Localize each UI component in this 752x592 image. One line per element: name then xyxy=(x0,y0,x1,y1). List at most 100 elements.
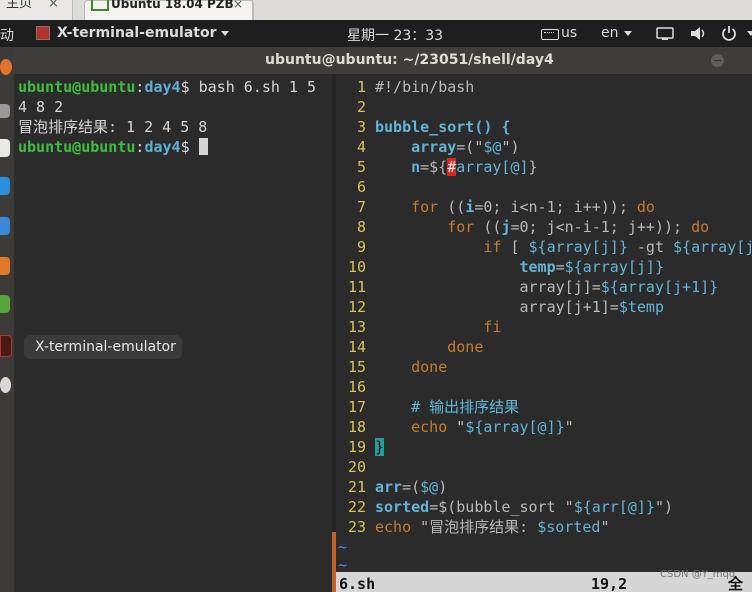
code-line: 16 xyxy=(336,377,375,397)
tab-separator xyxy=(252,0,253,20)
line-number: 12 xyxy=(347,298,366,316)
prompt-symbol: $ xyxy=(180,78,190,96)
clock[interactable]: 星期一 23：33 xyxy=(347,25,443,45)
writer-icon[interactable] xyxy=(0,217,10,235)
status-filename: 6.sh xyxy=(339,575,376,592)
code-line: 3 bubble_sort() { xyxy=(336,117,511,137)
ubuntu-top-panel: 动 X-terminal-emulator 星期一 23：33 us en xyxy=(0,20,752,47)
keyboard-icon[interactable] xyxy=(541,29,559,40)
code-line: 6 xyxy=(336,177,375,197)
shell-line-prompt: ubuntu@ubuntu:day4$ xyxy=(18,137,208,157)
line-number: 23 xyxy=(347,518,366,536)
minimize-button[interactable] xyxy=(711,54,724,67)
code-line: 13 fi xyxy=(336,317,502,337)
line-number: 1 xyxy=(356,78,366,96)
app-menu-label: X-terminal-emulator xyxy=(57,25,217,41)
code-line: 19} xyxy=(336,437,385,457)
line-number: 6 xyxy=(356,178,366,196)
app-menu[interactable]: X-terminal-emulator xyxy=(57,25,230,41)
disk-icon[interactable] xyxy=(0,377,11,393)
code-line: 7 for ((i=0; i<n-1; i++)); do xyxy=(336,197,655,217)
code-line: 22 sorted=$(bubble_sort "${arr[@]}") xyxy=(336,497,673,517)
status-cursor-position: 19,2 xyxy=(591,575,628,592)
line-number: 14 xyxy=(347,338,366,356)
activities-button[interactable]: 动 xyxy=(0,25,14,45)
power-icon[interactable] xyxy=(721,25,737,41)
line-number: 19 xyxy=(347,438,366,456)
shell-line-1: ubuntu@ubuntu:day4$ bash 6.sh 1 5 xyxy=(18,78,317,96)
code-line: 1 #!/bin/bash xyxy=(336,77,474,97)
input-language-menu[interactable]: en xyxy=(601,25,632,41)
help-icon[interactable] xyxy=(0,177,10,195)
code-line: 15 done xyxy=(336,357,447,377)
line-number: 16 xyxy=(347,378,366,396)
keyboard-layout-label[interactable]: us xyxy=(561,25,577,41)
watermark: CSDN @Y_mqq xyxy=(660,569,736,580)
line-number: 13 xyxy=(347,318,366,336)
screenshot-root: 主页 × Ubuntu 18.04 PZB × 动 X-terminal-emu… xyxy=(0,0,752,592)
document-icon[interactable] xyxy=(0,139,10,157)
code-line: 20 xyxy=(336,457,375,477)
prompt-user: ubuntu@ubuntu xyxy=(18,138,136,156)
code-line: 2 xyxy=(336,97,375,117)
settings-icon[interactable] xyxy=(0,295,10,313)
code-line: 11 array[j]=${array[j+1]} xyxy=(336,277,718,297)
firefox-icon[interactable] xyxy=(0,59,12,75)
line-number: 22 xyxy=(347,498,366,516)
line-number: 8 xyxy=(356,218,366,236)
code-line: 17 # 输出排序结果 xyxy=(336,397,519,417)
line-number: 15 xyxy=(347,358,366,376)
code-line: 12 array[j+1]=$temp xyxy=(336,297,664,317)
code-line: 23 echo "冒泡排序结果: $sorted" xyxy=(336,517,610,537)
line-number: 7 xyxy=(356,198,366,216)
prompt-path: day4 xyxy=(144,138,181,156)
text-cursor xyxy=(198,138,208,155)
software-icon[interactable] xyxy=(0,257,10,275)
line-number: 3 xyxy=(356,118,366,136)
code-line: 5 n=${#array[@]} xyxy=(336,157,538,177)
line-number: 18 xyxy=(347,418,366,436)
prompt-symbol: $ xyxy=(180,138,190,156)
code-line: 10 temp=${array[j]} xyxy=(336,257,664,277)
tab-home[interactable]: 主页 × xyxy=(0,0,73,20)
chevron-down-icon[interactable] xyxy=(747,31,752,36)
prompt-user: ubuntu@ubuntu xyxy=(18,78,136,96)
terminal-app-icon xyxy=(36,26,50,40)
close-icon[interactable]: × xyxy=(233,0,243,11)
launcher-dock xyxy=(0,47,14,592)
line-number: 2 xyxy=(356,98,366,116)
shell-pane[interactable]: ubuntu@ubuntu:day4$ bash 6.sh 1 5 4 8 2 … xyxy=(14,74,332,592)
chevron-down-icon xyxy=(623,30,632,36)
line-number: 4 xyxy=(356,138,366,156)
tab-ubuntu-vm[interactable]: Ubuntu 18.04 PZB × xyxy=(84,0,254,21)
tab-vm-label: Ubuntu 18.04 PZB xyxy=(111,0,234,11)
line-number: 5 xyxy=(356,158,366,176)
code-line: 18 echo "${array[@]}" xyxy=(336,417,574,437)
window-titlebar[interactable]: ubuntu@ubuntu: ~/23051/shell/day4 xyxy=(14,47,752,74)
shell-command: bash 6.sh 1 5 xyxy=(198,78,317,96)
line-number: 20 xyxy=(347,458,366,476)
code-line: 21 arr=($@) xyxy=(336,477,447,497)
window-title: ubuntu@ubuntu: ~/23051/shell/day4 xyxy=(265,52,554,68)
close-icon[interactable]: × xyxy=(48,0,59,12)
code-line: 9 if [ ${array[j]} -gt ${array[j xyxy=(336,237,752,257)
launcher-tooltip: X-terminal-emulator xyxy=(24,335,182,359)
tab-home-label: 主页 xyxy=(6,0,33,11)
line-number: 10 xyxy=(347,258,366,276)
line-number: 21 xyxy=(347,478,366,496)
input-language-label: en xyxy=(601,25,619,41)
vm-icon xyxy=(91,0,109,11)
volume-icon[interactable] xyxy=(690,26,706,41)
files-icon[interactable] xyxy=(0,104,10,118)
terminal-launcher-icon[interactable] xyxy=(0,335,12,357)
chevron-down-icon xyxy=(221,30,230,36)
shell-output-1: 4 8 2 xyxy=(18,98,64,116)
network-icon[interactable] xyxy=(656,27,674,41)
terminal-window: ubuntu@ubuntu: ~/23051/shell/day4 ubuntu… xyxy=(14,47,752,592)
line-number: 11 xyxy=(347,278,366,296)
prompt-path: day4 xyxy=(144,78,181,96)
code-line: 14 done xyxy=(336,337,483,357)
empty-line-marker: ~ xyxy=(338,538,348,556)
browser-tab-strip: 主页 × Ubuntu 18.04 PZB × xyxy=(0,0,752,21)
vim-pane[interactable]: 1 #!/bin/bash 2 3 bubble_sort() { 4 array=… xyxy=(336,74,752,592)
